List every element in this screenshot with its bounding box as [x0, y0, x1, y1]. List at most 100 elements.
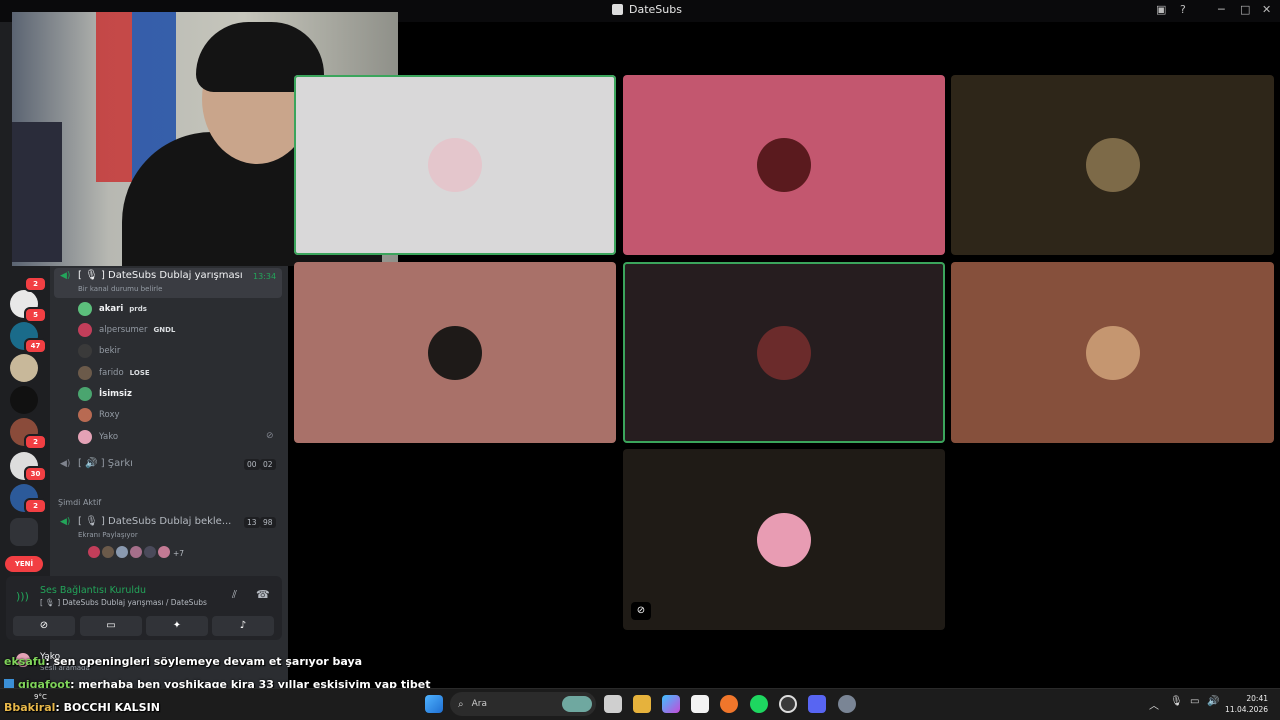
- avatar-stack: [88, 546, 170, 558]
- user-limit: 98: [260, 517, 276, 528]
- voice-member[interactable]: bekir: [78, 342, 120, 360]
- voice-member[interactable]: Roxy: [78, 406, 120, 424]
- server-icon[interactable]: [10, 354, 38, 382]
- user-limit: 02: [260, 459, 276, 470]
- avatar: [757, 512, 811, 567]
- avatar: [1085, 325, 1140, 380]
- chat-message: Bbakiral: BOCCHI KALSIN: [4, 701, 160, 714]
- discord-icon[interactable]: [808, 695, 826, 713]
- active-now-header: Şimdi Aktif: [58, 498, 102, 507]
- avatar: [428, 138, 482, 192]
- obs-icon[interactable]: [779, 695, 797, 713]
- unread-badge: 2: [24, 434, 47, 450]
- voice-member[interactable]: İsimsiz: [78, 385, 132, 403]
- avatar: [78, 323, 92, 337]
- screen-share-button[interactable]: ▭: [80, 616, 142, 636]
- activity-subtitle: Ekranı Paylaşıyor: [78, 531, 138, 539]
- avatar: [78, 344, 92, 358]
- voice-channel-path: [ 🎙 ] DateSubs Dublaj yarışması / DateSu…: [40, 598, 207, 607]
- voice-channel-row[interactable]: ◀) [ 🎙 ] DateSubs Dublaj bekle...: [60, 516, 231, 527]
- participant-tile[interactable]: [294, 75, 616, 255]
- avatar: [102, 546, 114, 558]
- spotify-icon[interactable]: [750, 695, 768, 713]
- volume-icon[interactable]: 🔊: [1207, 696, 1219, 707]
- participant-tile[interactable]: [951, 75, 1274, 255]
- clock-time[interactable]: 20:41: [1236, 694, 1268, 703]
- extra-count: +7: [173, 549, 185, 558]
- microphone-icon[interactable]: 🎙: [1170, 696, 1183, 707]
- weather-temp[interactable]: 9°C: [34, 693, 47, 701]
- copilot-icon[interactable]: [662, 695, 680, 713]
- participant-tile[interactable]: [623, 262, 945, 443]
- signal-icon[interactable]: ))): [16, 590, 29, 603]
- avatar: [158, 546, 170, 558]
- noise-suppression-icon[interactable]: ⫽: [232, 588, 237, 602]
- participant-tile[interactable]: [951, 262, 1274, 443]
- participant-tile[interactable]: [294, 262, 616, 443]
- search-box[interactable]: ⌕ Ara: [450, 692, 596, 716]
- screen-share-icon[interactable]: ▣: [1156, 3, 1166, 16]
- unread-badge: 2: [24, 276, 47, 292]
- activities-button[interactable]: ✦: [146, 616, 208, 636]
- channel-time: 13:34: [253, 272, 277, 281]
- voice-member[interactable]: akari prds: [78, 300, 147, 318]
- voice-member[interactable]: farido LOSE: [78, 364, 150, 382]
- chevron-up-icon[interactable]: ︿: [1149, 697, 1159, 712]
- member-tag: LOSE: [129, 369, 150, 377]
- participant-tile[interactable]: ⊘: [623, 449, 945, 630]
- help-icon[interactable]: ?: [1180, 3, 1186, 16]
- search-icon: ⌕: [458, 698, 464, 710]
- soundboard-button[interactable]: ♪: [212, 616, 274, 636]
- avatar: [428, 325, 482, 380]
- speaker-icon: ◀): [60, 270, 71, 281]
- avatar: [88, 546, 100, 558]
- clock-date[interactable]: 11.04.2026: [1222, 705, 1268, 714]
- voice-channel-row[interactable]: ◀) [ 🔊 ] Şarkı: [60, 458, 133, 469]
- avatar: [757, 325, 811, 380]
- new-messages-pill[interactable]: YENİ: [5, 556, 43, 572]
- channel-status[interactable]: Bir kanal durumu belirle: [78, 285, 162, 293]
- user-count: 00: [244, 459, 260, 470]
- participant-tile[interactable]: [623, 75, 945, 255]
- avatar: [116, 546, 128, 558]
- minimize-button[interactable]: ─: [1218, 3, 1225, 16]
- unread-badge: 30: [24, 466, 47, 482]
- search-highlight-icon: [562, 696, 592, 712]
- voice-channel-row[interactable]: ◀) [ 🎙 ] DateSubs Dublaj yarışması: [60, 270, 243, 281]
- chat-message: eksafu: sen openingleri söylemeye devam …: [4, 655, 363, 668]
- avatar: [757, 138, 811, 192]
- speaker-icon: ◀): [60, 516, 71, 527]
- camera-button[interactable]: ⊘: [13, 616, 75, 636]
- voice-member[interactable]: alpersumer GNDL: [78, 321, 175, 339]
- muted-icon: ⊘: [631, 602, 651, 620]
- avatar: [78, 302, 92, 316]
- settings-icon[interactable]: [838, 695, 856, 713]
- app-logo-icon: [612, 4, 623, 15]
- member-tag: prds: [129, 305, 147, 313]
- unread-badge: 47: [24, 338, 47, 354]
- close-button[interactable]: ✕: [1262, 3, 1271, 16]
- disconnect-icon[interactable]: ☎: [256, 588, 270, 601]
- window-title: DateSubs: [612, 3, 682, 16]
- network-icon[interactable]: ▭: [1190, 696, 1199, 707]
- avatar: [78, 430, 92, 444]
- maximize-button[interactable]: □: [1240, 3, 1250, 16]
- avatar: [78, 366, 92, 380]
- avatar: [78, 387, 92, 401]
- store-icon[interactable]: [691, 695, 709, 713]
- folder-icon[interactable]: [10, 518, 38, 546]
- muted-icon: ⊘: [266, 431, 274, 441]
- voice-member[interactable]: Yako: [78, 428, 118, 446]
- firefox-icon[interactable]: [720, 695, 738, 713]
- speaker-icon: ◀): [60, 458, 71, 469]
- file-explorer-icon[interactable]: [633, 695, 651, 713]
- start-icon[interactable]: [425, 695, 443, 713]
- user-count: 13: [244, 517, 260, 528]
- member-tag: GNDL: [153, 326, 176, 334]
- task-view-icon[interactable]: [604, 695, 622, 713]
- voice-status[interactable]: Ses Bağlantısı Kuruldu: [40, 585, 146, 596]
- channel-name: [ 🎙 ] DateSubs Dublaj yarışması: [78, 270, 243, 281]
- unread-badge: 5: [24, 307, 47, 323]
- unread-badge: 2: [24, 498, 47, 514]
- server-icon[interactable]: [10, 386, 38, 414]
